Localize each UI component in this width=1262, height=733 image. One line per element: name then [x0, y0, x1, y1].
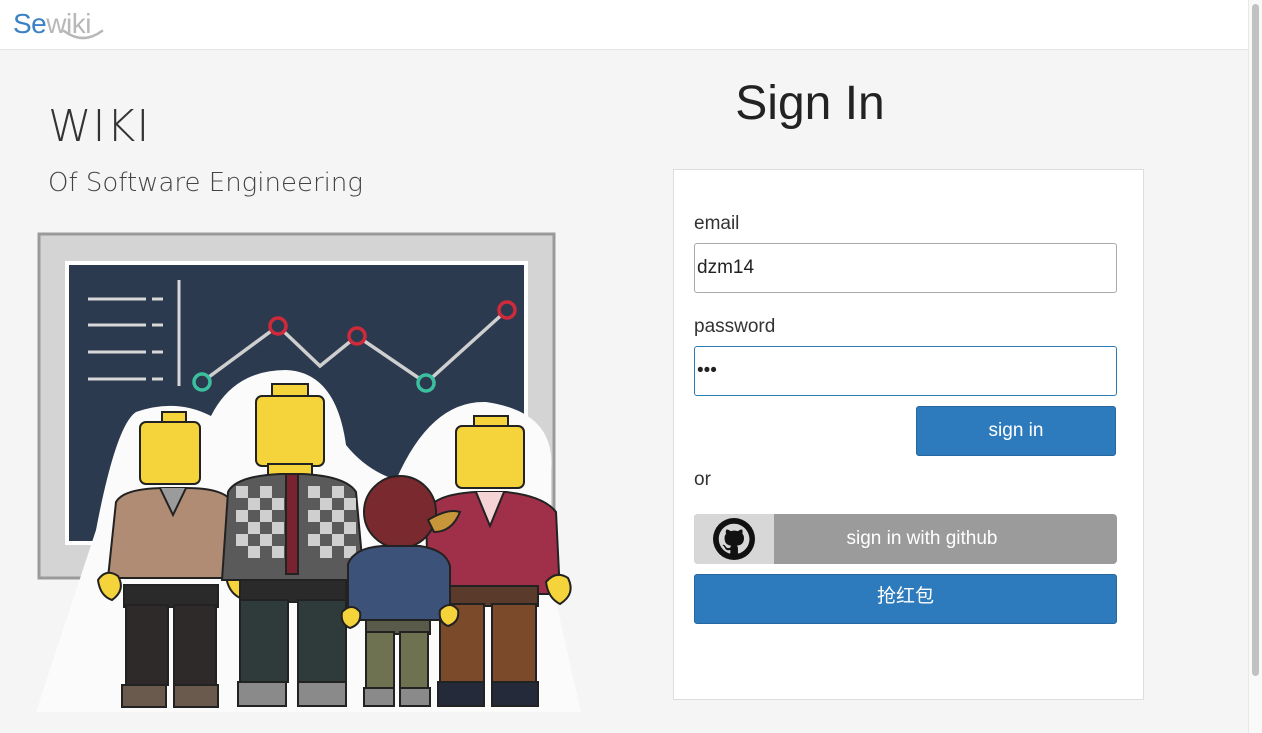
chart-point-teal	[192, 372, 212, 392]
chart-point-red	[268, 316, 288, 336]
logo-smile-icon	[62, 29, 104, 40]
hero-subtitle: Of Software Engineering	[48, 168, 363, 198]
chart-point-teal	[416, 373, 436, 393]
signin-button[interactable]: sign in	[916, 406, 1116, 456]
email-field[interactable]	[694, 243, 1117, 293]
hero-title: WIKI	[48, 101, 151, 152]
top-navbar: Sewiki	[0, 0, 1248, 50]
github-signin-button[interactable]: sign in with github	[694, 514, 1117, 564]
password-field[interactable]	[694, 346, 1117, 396]
red-packet-button[interactable]: 抢红包	[694, 574, 1117, 624]
password-label: password	[694, 316, 776, 337]
scrollbar-thumb[interactable]	[1252, 4, 1259, 676]
logo-se: Se	[13, 8, 47, 39]
email-label: email	[694, 213, 740, 234]
chart-point-red	[347, 326, 367, 346]
github-icon-box	[694, 514, 774, 564]
lego-team-chalkboard-illustration	[36, 232, 581, 712]
signin-heading: Sign In	[735, 77, 885, 130]
signin-card: email password sign in or sign in with g…	[673, 169, 1144, 700]
or-divider-text: or	[694, 469, 711, 490]
github-icon	[713, 518, 755, 560]
chart-point-red	[497, 300, 517, 320]
github-signin-label: sign in with github	[846, 528, 998, 549]
